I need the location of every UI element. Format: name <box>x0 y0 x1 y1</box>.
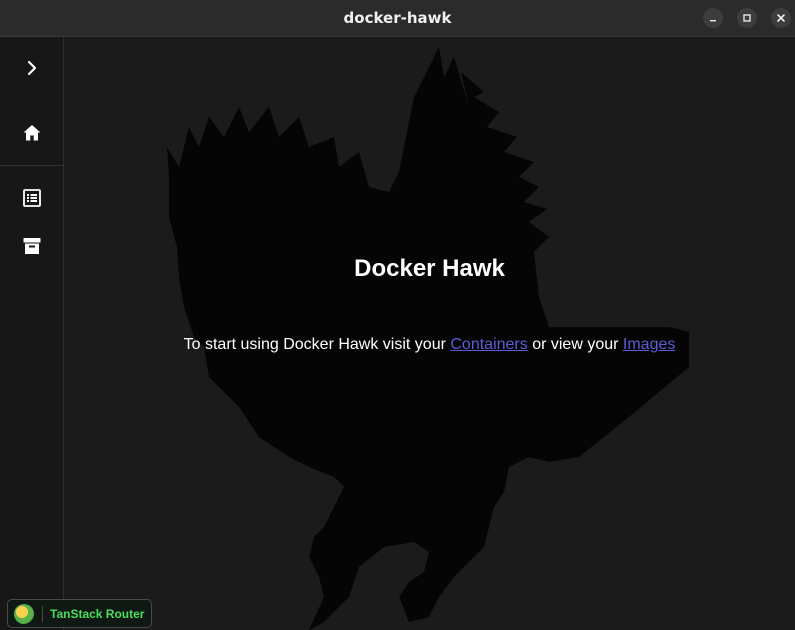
maximize-icon <box>743 14 751 22</box>
maximize-button[interactable] <box>737 8 757 28</box>
page-heading: Docker Hawk <box>354 255 505 282</box>
tanstack-router-devtools-button[interactable]: TanStack Router <box>7 599 152 628</box>
tanstack-logo-icon <box>14 603 34 624</box>
devtools-separator <box>42 605 43 622</box>
minimize-icon <box>710 20 716 22</box>
main-content: Docker Hawk To start using Docker Hawk v… <box>64 37 795 630</box>
devtools-label: TanStack Router <box>50 606 145 621</box>
intro-prefix: To start using Docker Hawk visit your <box>183 336 451 353</box>
minimize-button[interactable] <box>703 8 723 28</box>
hawk-silhouette <box>167 47 689 630</box>
intro-text: To start using Docker Hawk visit your Co… <box>64 336 795 354</box>
window-title: docker-hawk <box>343 9 452 27</box>
title-bar: docker-hawk <box>0 0 795 37</box>
sidebar-expand-button[interactable] <box>0 48 63 88</box>
sidebar-item-images[interactable] <box>0 226 63 266</box>
images-link[interactable]: Images <box>623 336 675 353</box>
close-icon <box>777 14 785 22</box>
list-icon <box>22 189 41 207</box>
chevron-right-icon <box>27 60 36 76</box>
intro-middle: or view your <box>527 336 623 353</box>
home-icon <box>23 125 40 141</box>
sidebar-divider <box>0 165 63 166</box>
sidebar-item-home[interactable] <box>0 113 63 153</box>
close-button[interactable] <box>771 8 791 28</box>
sidebar-item-containers[interactable] <box>0 178 63 218</box>
containers-link[interactable]: Containers <box>450 336 527 353</box>
archive-icon <box>23 238 40 254</box>
sidebar <box>0 37 64 630</box>
